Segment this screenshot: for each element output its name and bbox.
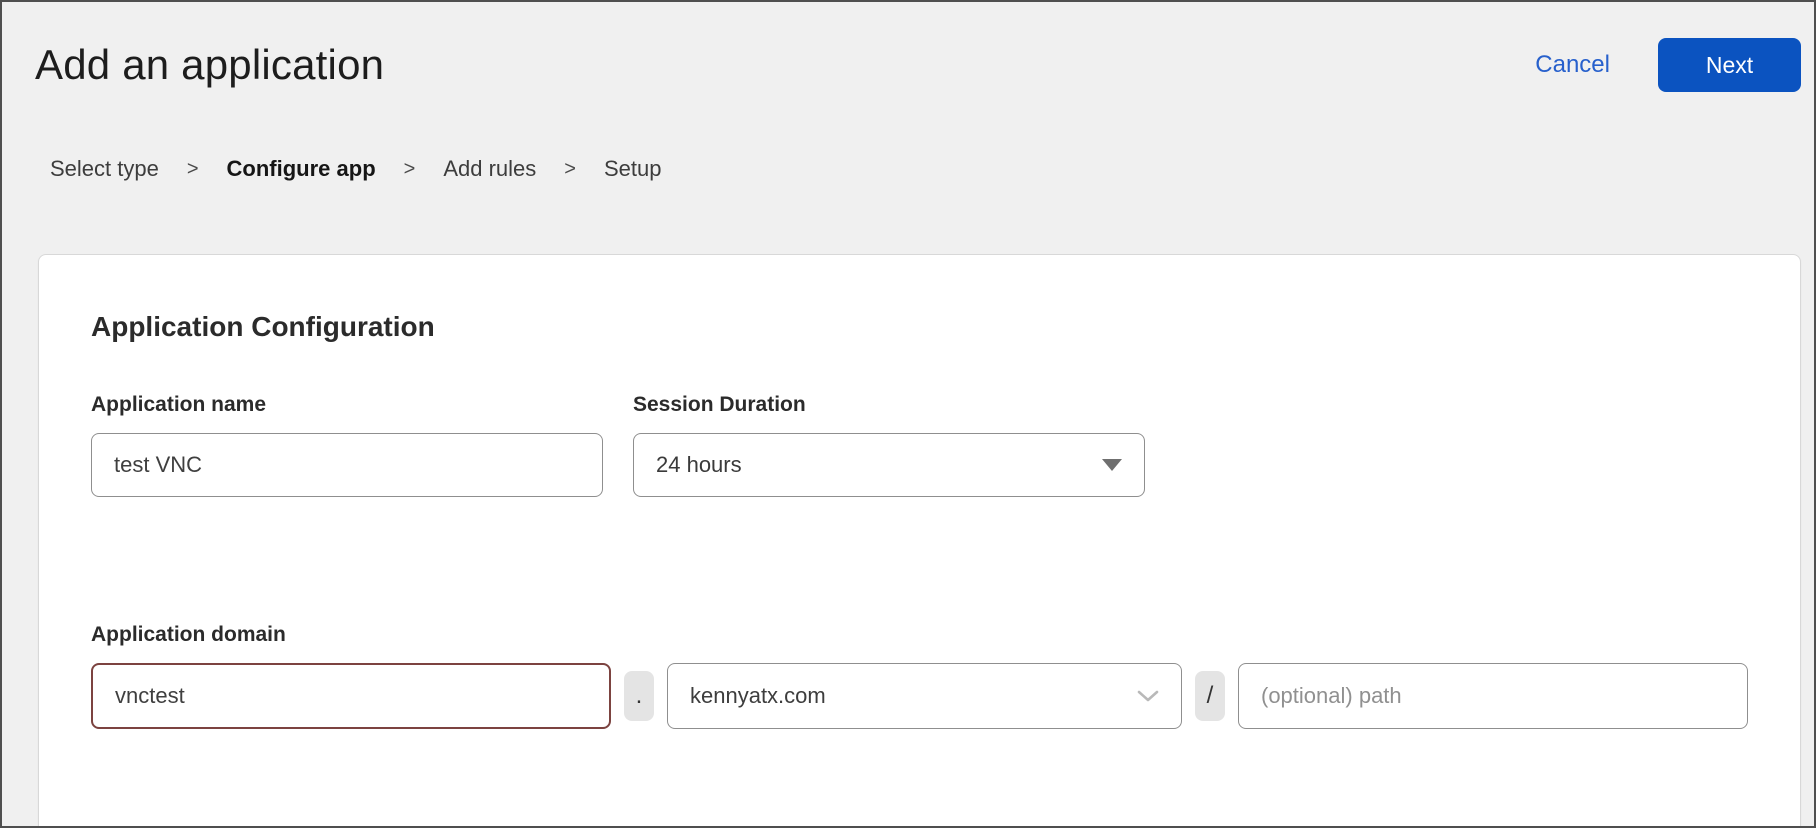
configuration-card: Application Configuration Application na… — [38, 254, 1801, 828]
section-title: Application Configuration — [91, 311, 1748, 343]
application-domain-section: Application domain . kennyatx.com / — [91, 623, 1748, 729]
session-duration-label: Session Duration — [633, 393, 1145, 417]
step-configure-app[interactable]: Configure app — [227, 156, 376, 182]
name-session-row: Application name Session Duration 24 hou… — [91, 393, 1748, 497]
path-input[interactable] — [1238, 663, 1748, 729]
application-name-field-group: Application name — [91, 393, 603, 497]
application-name-input[interactable] — [91, 433, 603, 497]
step-setup[interactable]: Setup — [604, 156, 662, 182]
dot-separator: . — [624, 671, 654, 721]
slash-separator: / — [1195, 671, 1225, 721]
wizard-steps: Select type > Configure app > Add rules … — [50, 156, 1814, 182]
step-separator: > — [187, 158, 199, 181]
chevron-down-icon — [1137, 690, 1159, 703]
step-select-type[interactable]: Select type — [50, 156, 159, 182]
app-window: Add an application Cancel Next Select ty… — [0, 0, 1816, 828]
dropdown-arrow-icon — [1102, 459, 1122, 471]
header-actions: Cancel Next — [1535, 38, 1801, 92]
application-domain-row: . kennyatx.com / — [91, 663, 1748, 729]
application-domain-label: Application domain — [91, 623, 1748, 647]
step-separator: > — [564, 158, 576, 181]
page-header: Add an application Cancel Next — [2, 2, 1814, 92]
domain-select[interactable]: kennyatx.com — [667, 663, 1182, 729]
domain-select-value: kennyatx.com — [690, 683, 826, 709]
session-duration-field-group: Session Duration 24 hours — [633, 393, 1145, 497]
application-name-label: Application name — [91, 393, 603, 417]
session-duration-select[interactable]: 24 hours — [633, 433, 1145, 497]
cancel-button[interactable]: Cancel — [1535, 51, 1610, 79]
step-separator: > — [404, 158, 416, 181]
page-title: Add an application — [35, 41, 384, 89]
session-duration-value: 24 hours — [656, 452, 742, 478]
step-add-rules[interactable]: Add rules — [443, 156, 536, 182]
next-button[interactable]: Next — [1658, 38, 1801, 92]
subdomain-input[interactable] — [91, 663, 611, 729]
